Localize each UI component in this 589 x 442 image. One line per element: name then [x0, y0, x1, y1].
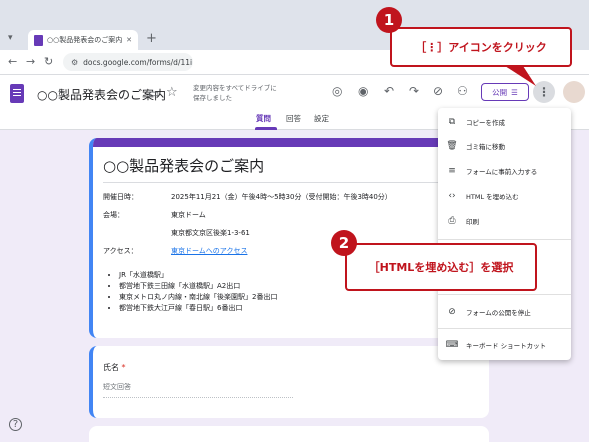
reload-icon[interactable]: ↻ — [44, 55, 53, 68]
menu-item-label: キーボード ショートカット — [466, 342, 547, 350]
tab-responses[interactable]: 回答 — [286, 113, 301, 124]
menu-item-prefill[interactable]: ≡ フォームに事前入力する — [438, 159, 571, 183]
next-question-card[interactable] — [89, 426, 489, 442]
detail-value: 2025年11月21（金）午後4時〜5時30分（受付開始：午後3時40分） — [171, 193, 392, 201]
site-info-icon[interactable]: ⚙ — [71, 58, 78, 67]
menu-item-label: コピーを作成 — [466, 119, 505, 127]
tab-questions[interactable]: 質問 — [256, 113, 271, 124]
trash-icon: 🗑 — [446, 141, 458, 151]
menu-divider — [438, 328, 571, 329]
code-icon: ‹› — [448, 191, 456, 201]
menu-item-label: フォームに事前入力する — [466, 168, 538, 176]
copy-icon: ⧉ — [448, 117, 456, 127]
menu-item-label: 印刷 — [466, 218, 479, 226]
menu-item-label: HTML を埋め込む — [466, 193, 519, 201]
access-list: JR「水道橋駅」 都営地下鉄三田線「水道橋駅」A2出口 東京メトロ丸ノ内線・南北… — [119, 270, 277, 314]
list-item: 東京メトロ丸ノ内線・南北線「後楽園駅」2番出口 — [119, 292, 277, 303]
menu-item-print[interactable]: ⎙ 印刷 — [438, 209, 571, 233]
print-icon: ⎙ — [448, 216, 456, 226]
more-options-menu: ⧉ コピーを作成 🗑 ゴミ箱に移動 ≡ フォームに事前入力する ‹› HTML … — [438, 108, 571, 360]
document-title[interactable]: ○○製品発表会のご案内 — [37, 86, 166, 103]
forms-favicon-icon — [34, 34, 43, 46]
divider — [103, 182, 483, 183]
form-header-card[interactable]: ○○製品発表会のご案内 開催日時： 2025年11月21（金）午後4時〜5時30… — [89, 138, 489, 338]
annotation-badge-2: 2 — [331, 230, 357, 256]
tab-settings[interactable]: 設定 — [314, 113, 329, 124]
question-card-name[interactable]: 氏名 * 短文回答 — [89, 346, 489, 418]
active-tab-indicator — [255, 127, 277, 130]
menu-item-label: フォームの公開を停止 — [466, 309, 531, 317]
annotation-badge-1: 1 — [376, 7, 402, 33]
back-icon[interactable]: ← — [8, 55, 17, 68]
annotation-callout-1: ［⋮］アイコンをクリック — [390, 27, 572, 67]
add-collaborator-icon[interactable]: ⚇ — [457, 84, 468, 98]
keyboard-icon: ⌨ — [445, 340, 459, 350]
detail-value: 東京都文京区後楽1-3-61 — [171, 229, 250, 237]
short-answer-field: 短文回答 — [103, 382, 293, 398]
question-title-text: 氏名 — [103, 363, 119, 372]
palette-icon[interactable]: ◎ — [332, 84, 342, 98]
prefill-icon: ≡ — [448, 166, 456, 176]
detail-row-datetime: 開催日時： 2025年11月21（金）午後4時〜5時30分（受付開始：午後3時4… — [103, 192, 392, 202]
menu-item-trash[interactable]: 🗑 ゴミ箱に移動 — [438, 134, 571, 158]
tab-search-icon[interactable]: ▾ — [8, 33, 13, 43]
detail-label: 会場： — [103, 211, 124, 219]
menu-item-stop-publishing[interactable]: ⊘ フォームの公開を停止 — [438, 300, 571, 324]
question-title: 氏名 * — [103, 362, 126, 373]
avatar[interactable] — [563, 81, 585, 103]
forward-icon[interactable]: → — [26, 55, 35, 68]
required-mark: * — [121, 363, 126, 372]
detail-label: アクセス： — [103, 247, 138, 255]
more-options-icon[interactable]: ⋮ — [533, 81, 555, 103]
list-item: 都営地下鉄大江戸線「春日駅」6番出口 — [119, 303, 277, 314]
url-field[interactable]: ⚙ docs.google.com/forms/d/11i — [63, 53, 193, 71]
star-icon[interactable]: ☆ — [166, 85, 178, 100]
close-tab-icon[interactable]: ✕ — [126, 36, 132, 44]
list-item: JR「水道橋駅」 — [119, 270, 277, 281]
stop-publish-icon: ⊘ — [448, 307, 456, 317]
annotation-text: ［⋮］アイコンをクリック — [415, 41, 547, 54]
browser-tab[interactable]: ○○製品発表会のご案内 - Goog ✕ — [28, 30, 138, 50]
access-link[interactable]: 東京ドームへのアクセス — [171, 246, 247, 256]
folder-icon[interactable]: ▭ — [148, 86, 159, 100]
new-tab-icon[interactable]: + — [146, 31, 157, 46]
menu-item-label: ゴミ箱に移動 — [466, 143, 505, 151]
annotation-text: ［HTMLを埋め込む］を選択 — [368, 261, 514, 274]
menu-item-embed-html[interactable]: ‹› HTML を埋め込む — [438, 184, 571, 208]
preview-icon[interactable]: ◉ — [358, 84, 368, 98]
forms-logo-icon[interactable] — [10, 84, 24, 103]
detail-label: 開催日時： — [103, 193, 138, 201]
menu-divider — [438, 239, 571, 240]
publish-label: 公開 — [492, 87, 508, 97]
detail-row-venue: 会場： 東京ドーム — [103, 210, 206, 220]
theme-bar — [93, 138, 489, 147]
form-title[interactable]: ○○製品発表会のご案内 — [103, 155, 264, 176]
publish-settings-icon: ☰ — [511, 87, 518, 97]
browser-tab-title: ○○製品発表会のご案内 - Goog — [47, 36, 123, 44]
menu-item-copy[interactable]: ⧉ コピーを作成 — [438, 110, 571, 134]
undo-icon[interactable]: ↶ — [384, 84, 394, 98]
redo-icon[interactable]: ↷ — [409, 84, 419, 98]
detail-row-access: アクセス： 東京ドームへのアクセス — [103, 246, 247, 256]
help-icon[interactable]: ? — [9, 418, 22, 431]
menu-item-keyboard-shortcuts[interactable]: ⌨ キーボード ショートカット — [438, 333, 571, 357]
save-status: 変更内容をすべてドライブに保存しました — [193, 84, 277, 102]
url-text: docs.google.com/forms/d/11i — [83, 57, 193, 67]
annotation-callout-2: ［HTMLを埋め込む］を選択 — [345, 243, 537, 291]
detail-value: 東京ドーム — [171, 211, 206, 219]
list-item: 都営地下鉄三田線「水道橋駅」A2出口 — [119, 281, 277, 292]
menu-divider — [438, 294, 571, 295]
link-icon[interactable]: ⊘ — [433, 84, 443, 98]
publish-button[interactable]: 公開 ☰ — [481, 83, 529, 101]
